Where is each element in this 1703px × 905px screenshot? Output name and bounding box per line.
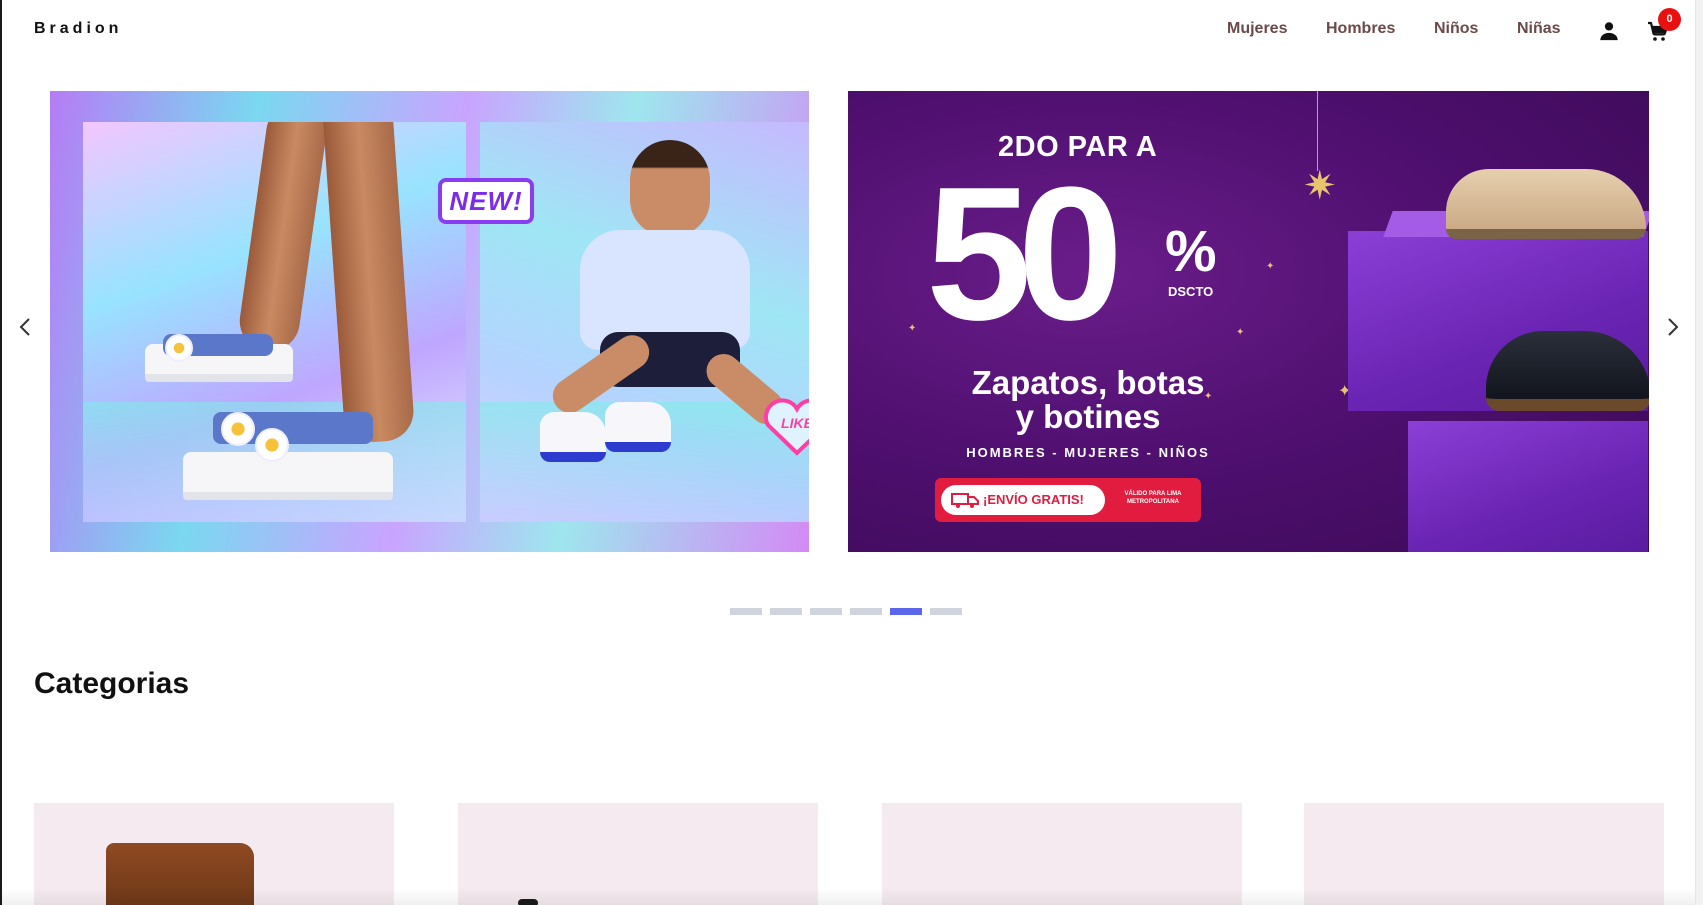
promo-subtitle-line2: y botines <box>1015 398 1161 435</box>
slide-photo-sandals <box>83 122 466 522</box>
free-shipping-banner: ¡ENVÍO GRATIS! VÁLIDO PARA LIMA METROPOL… <box>935 478 1201 522</box>
photo-flower <box>221 412 255 446</box>
carousel-slide-promo[interactable]: ✷ ✦ ✦ ✦ ✦ ✦ 2DO PAR A 50 % DSCTO Zapatos… <box>848 91 1649 552</box>
chevron-right-icon[interactable] <box>1662 314 1684 340</box>
promo-percent-sign: % <box>1165 219 1217 284</box>
carousel-dot-5[interactable] <box>890 608 922 615</box>
carousel-dot-2[interactable] <box>770 608 802 615</box>
hero-carousel: NEW! LIKE ✷ ✦ ✦ ✦ ✦ ✦ 2DO PAR A 50 % DSC… <box>0 0 1695 615</box>
photo-beige-shoe <box>1446 169 1646 239</box>
carousel-slide-kids-new[interactable]: NEW! LIKE <box>50 91 809 552</box>
photo-leg <box>320 122 416 445</box>
carousel-dot-3[interactable] <box>810 608 842 615</box>
truck-icon <box>951 493 979 508</box>
sparkle-icon: ✦ <box>1236 327 1245 338</box>
carousel-dot-6[interactable] <box>930 608 962 615</box>
promo-subtitle: Zapatos, botas y botines <box>938 366 1238 434</box>
promo-subtitle-line1: Zapatos, botas <box>971 364 1205 401</box>
sparkle-icon: ✦ <box>1266 261 1275 272</box>
photo-leg <box>235 122 331 355</box>
free-shipping-note: VÁLIDO PARA LIMA METROPOLITANA <box>1124 491 1182 505</box>
photo-flower <box>255 428 289 462</box>
photo-sneaker <box>605 402 671 452</box>
star-ornament-icon: ✷ <box>1303 164 1337 208</box>
display-cube <box>1408 421 1648 552</box>
scrollbar[interactable] <box>1695 0 1703 905</box>
carousel-dot-4[interactable] <box>850 608 882 615</box>
free-shipping-label: ¡ENVÍO GRATIS! <box>983 492 1084 507</box>
heart-icon: LIKE <box>762 397 809 457</box>
promo-discount-number: 50 <box>926 148 1123 360</box>
photo-sandal <box>183 452 393 500</box>
free-shipping-pill: ¡ENVÍO GRATIS! <box>941 485 1105 515</box>
new-badge: NEW! <box>438 178 534 224</box>
ornament-string <box>1317 91 1318 171</box>
like-badge-label: LIKE <box>781 415 809 431</box>
carousel-dot-1[interactable] <box>730 608 762 615</box>
chevron-left-icon[interactable] <box>14 314 36 340</box>
categories-title: Categorias <box>34 667 190 700</box>
photo-sneaker <box>540 412 606 462</box>
photo-flower <box>165 334 193 362</box>
promo-dscto-label: DSCTO <box>1168 284 1214 299</box>
viewport-fade <box>0 888 1695 905</box>
promo-categories: HOMBRES - MUJERES - NIÑOS <box>966 445 1210 460</box>
photo-boy <box>630 140 710 236</box>
sparkle-icon: ✦ <box>908 323 917 334</box>
